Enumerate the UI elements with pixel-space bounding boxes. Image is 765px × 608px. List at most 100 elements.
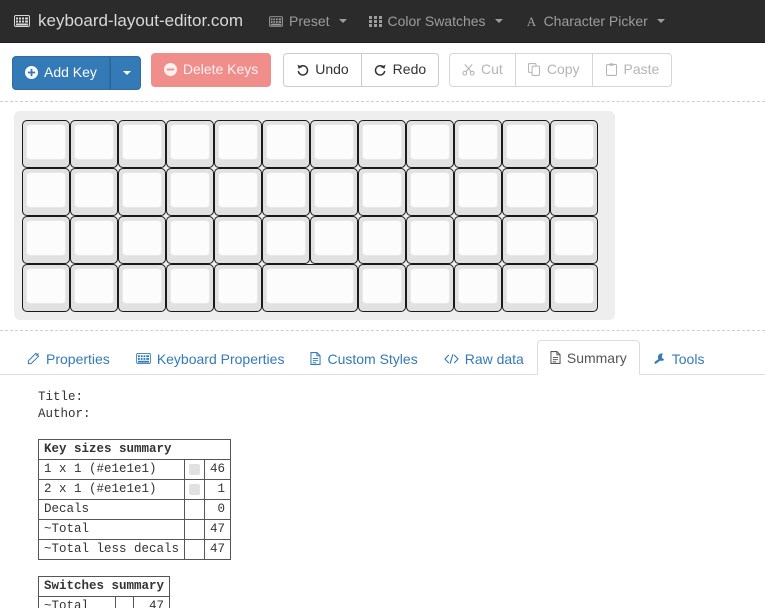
keyboard-key[interactable] — [70, 263, 118, 312]
row-label: Decals — [37, 498, 186, 520]
table-row: ~Total less decals 47 — [37, 538, 232, 560]
file-text-icon — [550, 351, 561, 365]
keyboard-key[interactable] — [166, 263, 214, 312]
keyboard-key[interactable] — [550, 167, 598, 216]
keyboard-key[interactable] — [166, 167, 214, 216]
keyboard-key[interactable] — [22, 263, 70, 312]
table-header-row: Key sizes summary — [37, 438, 232, 460]
tab-raw-data[interactable]: Raw data — [431, 341, 537, 375]
tab-custom-styles[interactable]: Custom Styles — [297, 341, 430, 375]
keyboard-key[interactable] — [454, 263, 502, 312]
keyboard-key[interactable] — [310, 167, 358, 216]
table-header-row: Switches summary — [37, 575, 171, 597]
keyboard-key[interactable] — [358, 119, 406, 168]
keyboard-key[interactable] — [310, 215, 358, 264]
keyboard-key[interactable] — [406, 215, 454, 264]
nav-menu-preset[interactable]: Preset — [269, 13, 347, 29]
delete-keys-button[interactable]: Delete Keys — [150, 53, 272, 87]
keyboard-key[interactable] — [262, 119, 310, 168]
keyboard-key[interactable] — [166, 119, 214, 168]
tab-properties[interactable]: Properties — [14, 341, 123, 375]
keyboard-key[interactable] — [406, 263, 454, 312]
nav-menu-character-picker[interactable]: A Character Picker — [525, 13, 665, 29]
keyboard-key[interactable] — [118, 119, 166, 168]
keyboard-key[interactable] — [262, 167, 310, 216]
keyboard-key[interactable] — [214, 215, 262, 264]
nav-label-preset: Preset — [289, 13, 330, 29]
keyboard-key[interactable] — [358, 215, 406, 264]
keyboard-key[interactable] — [502, 167, 550, 216]
keycap-surface — [218, 219, 258, 256]
redo-button[interactable]: Redo — [360, 53, 440, 87]
keyboard-layout[interactable] — [14, 110, 615, 320]
keyboard-key[interactable] — [214, 263, 262, 312]
keyboard-key[interactable] — [70, 119, 118, 168]
cut-button[interactable]: Cut — [449, 53, 516, 87]
keyboard-key[interactable] — [70, 215, 118, 264]
keyboard-key[interactable] — [454, 167, 502, 216]
clipboard-group: Cut Copy Paste — [449, 53, 673, 87]
keycap-surface — [362, 171, 402, 208]
keyboard-key[interactable] — [454, 215, 502, 264]
tab-keyboard-properties[interactable]: Keyboard Properties — [123, 341, 298, 375]
tab-label-tools: Tools — [671, 350, 705, 367]
keyboard-key[interactable] — [118, 215, 166, 264]
caret-down-icon — [338, 19, 347, 23]
keyboard-key[interactable] — [118, 263, 166, 312]
keyboard-key[interactable] — [454, 119, 502, 168]
code-icon — [444, 353, 459, 365]
keyboard-key[interactable] — [166, 215, 214, 264]
keyboard-key[interactable] — [214, 167, 262, 216]
undo-arrow-icon — [296, 63, 309, 77]
keycap-surface — [74, 219, 114, 256]
nav-label-color-swatches: Color Swatches — [387, 13, 486, 29]
keyboard-key[interactable] — [262, 215, 310, 264]
copy-button[interactable]: Copy — [514, 53, 593, 87]
row-count: 47 — [133, 595, 171, 608]
keyboard-key[interactable] — [502, 263, 550, 312]
author-line: Author: — [38, 406, 91, 421]
keyboard-key[interactable] — [550, 119, 598, 168]
keyboard-key[interactable] — [70, 167, 118, 216]
keyboard-key[interactable] — [502, 119, 550, 168]
nav-menu-color-swatches[interactable]: Color Swatches — [368, 13, 503, 29]
keyboard-key[interactable] — [550, 215, 598, 264]
keyboard-key[interactable] — [358, 263, 406, 312]
paste-button[interactable]: Paste — [591, 53, 673, 87]
add-key-button[interactable]: Add Key — [12, 55, 110, 90]
keyboard-key[interactable] — [310, 119, 358, 168]
keyboard-key[interactable] — [406, 167, 454, 216]
caret-down-icon — [494, 19, 503, 23]
keycap-surface — [26, 219, 66, 256]
keyboard-key[interactable] — [358, 167, 406, 216]
keycap-surface — [170, 219, 210, 256]
keyboard-key[interactable] — [22, 215, 70, 264]
row-label: 1 x 1 (#e1e1e1) — [37, 458, 186, 480]
keyboard-key[interactable] — [262, 263, 358, 312]
edit-toolbar: Add Key Delete Keys Undo Redo Cut Copy P… — [0, 43, 765, 102]
keycap-surface — [314, 123, 354, 160]
add-key-label: Add Key — [44, 63, 97, 80]
keyboard-key[interactable] — [214, 119, 262, 168]
keyboard-key[interactable] — [406, 119, 454, 168]
keycap-surface — [266, 219, 306, 256]
undo-button[interactable]: Undo — [283, 53, 362, 87]
add-key-dropdown-toggle[interactable] — [109, 55, 141, 90]
keycap-surface — [266, 171, 306, 208]
minus-circle-icon — [163, 63, 177, 77]
keyboard-key[interactable] — [550, 263, 598, 312]
keyboard-key[interactable] — [118, 167, 166, 216]
brand-link[interactable]: keyboard-layout-editor.com — [14, 11, 243, 31]
row-label: ~Total — [37, 518, 186, 540]
keycap-surface — [458, 219, 498, 256]
keycap-surface — [122, 219, 162, 256]
row-label: 2 x 1 (#e1e1e1) — [37, 478, 186, 500]
tab-summary[interactable]: Summary — [536, 339, 640, 375]
keycap-surface — [74, 171, 114, 208]
keyboard-key[interactable] — [22, 167, 70, 216]
tab-tools[interactable]: Tools — [640, 341, 718, 375]
keyboard-key[interactable] — [502, 215, 550, 264]
color-swatch — [189, 483, 201, 495]
keyboard-key[interactable] — [22, 119, 70, 168]
keycap-surface — [122, 267, 162, 304]
